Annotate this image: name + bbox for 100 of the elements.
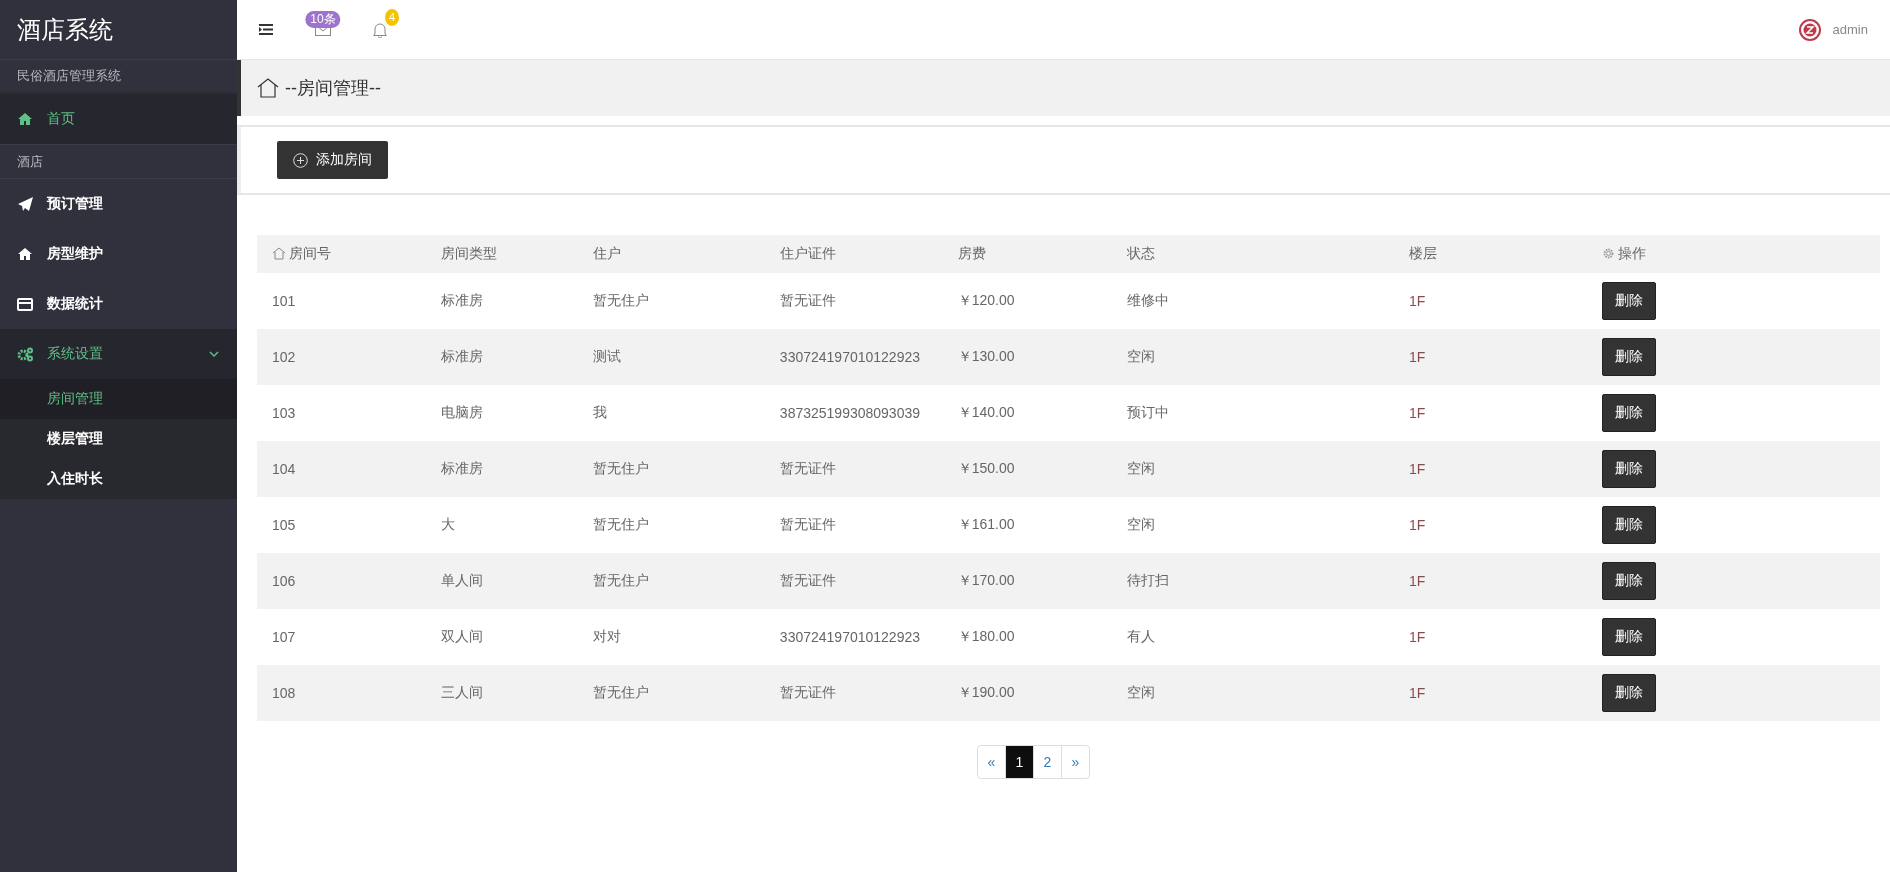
table-cell: 暂无住户 xyxy=(577,441,765,497)
home-icon xyxy=(18,113,32,125)
table-cell: 空闲 xyxy=(1111,329,1395,385)
table-cell: 对对 xyxy=(577,609,765,665)
table-cell: 暂无证件 xyxy=(764,553,943,609)
table-cell: ￥120.00 xyxy=(942,273,1112,329)
table-cell: 预订中 xyxy=(1111,385,1395,441)
table-cell: 107 xyxy=(257,609,427,665)
table-cell: 空闲 xyxy=(1111,665,1395,721)
table-cell: 空闲 xyxy=(1111,497,1395,553)
gear-icon xyxy=(1602,247,1616,261)
sidebar-menu-item[interactable]: 系统设置 xyxy=(0,329,237,379)
table-cell: 暂无证件 xyxy=(764,665,943,721)
bell-icon[interactable] xyxy=(373,21,387,38)
table-cell: 106 xyxy=(257,553,427,609)
table-cell: ￥180.00 xyxy=(942,609,1112,665)
page-link[interactable]: 2 xyxy=(1033,746,1061,778)
page-title: --房间管理-- xyxy=(285,77,381,100)
gears-icon xyxy=(17,346,33,362)
sidebar-item[interactable]: 房型维护 xyxy=(0,229,237,279)
table-cell: 102 xyxy=(257,329,427,385)
sidebar-item[interactable]: 首页 xyxy=(0,94,237,145)
table-cell: 暂无住户 xyxy=(577,497,765,553)
page-link[interactable]: « xyxy=(978,746,1005,778)
sidebar-item[interactable]: 数据统计 xyxy=(0,279,237,329)
table-cell: 有人 xyxy=(1111,609,1395,665)
sidebar-subitem[interactable]: 入住时长 xyxy=(0,459,237,499)
delete-button[interactable]: 删除 xyxy=(1602,282,1657,320)
table-cell: 单人间 xyxy=(426,553,578,609)
table-cell: ￥150.00 xyxy=(942,441,1112,497)
mail-count-badge: 10条 xyxy=(305,10,341,28)
column-header: 住户 xyxy=(577,235,765,273)
delete-button[interactable]: 删除 xyxy=(1602,394,1657,432)
delete-button[interactable]: 删除 xyxy=(1602,450,1657,488)
avatar-icon[interactable] xyxy=(1798,18,1821,41)
page-link[interactable]: 1 xyxy=(1005,746,1033,778)
username-link[interactable]: admin xyxy=(1832,22,1868,37)
delete-button[interactable]: 删除 xyxy=(1602,338,1657,376)
table-cell: 108 xyxy=(257,665,427,721)
paper-plane-icon xyxy=(17,197,33,211)
table-cell: 空闲 xyxy=(1111,441,1395,497)
home-icon xyxy=(18,248,32,260)
table-cell: 标准房 xyxy=(426,273,578,329)
delete-button[interactable]: 删除 xyxy=(1602,506,1657,544)
delete-button[interactable]: 删除 xyxy=(1602,562,1657,600)
sidebar-subitem[interactable]: 房间管理 xyxy=(0,379,237,419)
table-cell: 1F xyxy=(1394,385,1588,441)
table-cell: 大 xyxy=(426,497,578,553)
table-cell: 104 xyxy=(257,441,427,497)
sidebar-subitem[interactable]: 楼层管理 xyxy=(0,419,237,459)
table-cell: 105 xyxy=(257,497,427,553)
table-cell: 我 xyxy=(577,385,765,441)
table-cell: 标准房 xyxy=(426,441,578,497)
home-outline-icon xyxy=(257,78,279,98)
table-cell: 三人间 xyxy=(426,665,578,721)
table-cell: 1F xyxy=(1394,273,1588,329)
table-cell: ￥161.00 xyxy=(942,497,1112,553)
chevron-down-icon xyxy=(209,350,219,358)
table-cell: 101 xyxy=(257,273,427,329)
table-cell: 387325199308093039 xyxy=(764,385,943,441)
column-header: 住户证件 xyxy=(764,235,943,273)
table-cell: 暂无证件 xyxy=(764,441,943,497)
table-cell: 330724197010122923 xyxy=(764,609,943,665)
delete-button[interactable]: 删除 xyxy=(1602,618,1657,656)
table-cell: 1F xyxy=(1394,497,1588,553)
sidebar-item[interactable]: 预订管理 xyxy=(0,179,237,229)
sidebar-section-label: 酒店 xyxy=(0,145,237,179)
table-cell: 待打扫 xyxy=(1111,553,1395,609)
notification-count-badge: 4 xyxy=(384,8,399,26)
table-cell: ￥140.00 xyxy=(942,385,1112,441)
column-header: 楼层 xyxy=(1394,235,1588,273)
table-cell: 1F xyxy=(1394,329,1588,385)
table-cell: 标准房 xyxy=(426,329,578,385)
add-room-button[interactable]: 添加房间 xyxy=(277,141,388,179)
delete-button[interactable]: 删除 xyxy=(1602,674,1657,712)
credit-card-icon xyxy=(17,297,33,311)
column-header: 房间类型 xyxy=(426,235,578,273)
table-cell: ￥130.00 xyxy=(942,329,1112,385)
table-cell: 暂无证件 xyxy=(764,273,943,329)
column-header: 房费 xyxy=(942,235,1112,273)
table-cell: 330724197010122923 xyxy=(764,329,943,385)
table-cell: 暂无住户 xyxy=(577,553,765,609)
table-cell: 1F xyxy=(1394,609,1588,665)
table-cell: 暂无住户 xyxy=(577,665,765,721)
table-cell: 1F xyxy=(1394,553,1588,609)
table-cell: 暂无住户 xyxy=(577,273,765,329)
home-outline-icon xyxy=(272,247,286,261)
menu-icon[interactable] xyxy=(259,24,273,35)
table-cell: 1F xyxy=(1394,441,1588,497)
table-cell: 103 xyxy=(257,385,427,441)
column-header: 房间号 xyxy=(289,244,331,263)
table-cell: 测试 xyxy=(577,329,765,385)
table-cell: ￥170.00 xyxy=(942,553,1112,609)
table-cell: 电脑房 xyxy=(426,385,578,441)
column-header: 状态 xyxy=(1111,235,1395,273)
page-link[interactable]: » xyxy=(1061,746,1089,778)
table-cell: 维修中 xyxy=(1111,273,1395,329)
table-cell: 1F xyxy=(1394,665,1588,721)
table-cell: 双人间 xyxy=(426,609,578,665)
plus-circle-icon xyxy=(293,152,308,168)
